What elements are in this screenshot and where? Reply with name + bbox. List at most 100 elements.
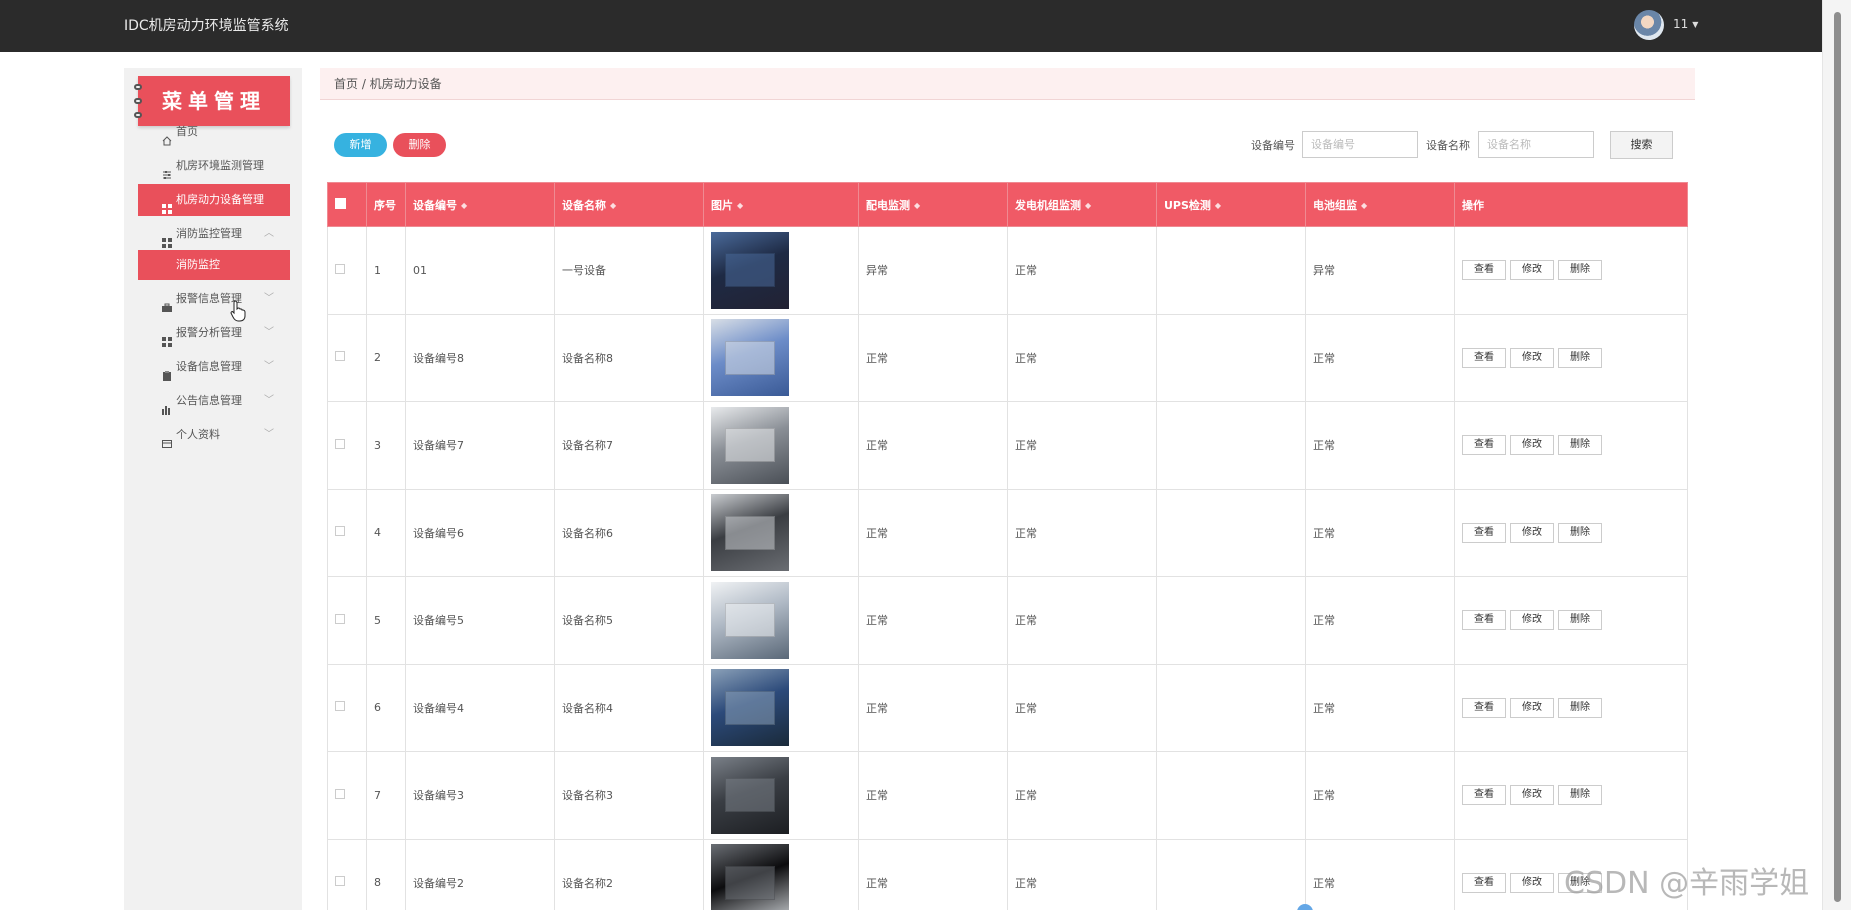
column-header-6[interactable]: 发电机组监测 ◆ (1007, 182, 1157, 227)
user-menu[interactable]: 11 ▼ (1673, 17, 1698, 31)
delete-button[interactable]: 删除 (1558, 610, 1602, 631)
cell-battery-monitor: 正常 (1305, 401, 1455, 490)
cell-generator-monitor: 正常 (1007, 751, 1157, 840)
bulk-delete-button[interactable]: 删除 (393, 133, 446, 157)
row-checkbox[interactable] (335, 701, 345, 712)
cell-actions: 查看 修改 删除 (1454, 313, 1688, 402)
cell-index: 4 (366, 488, 406, 577)
avatar[interactable] (1634, 10, 1664, 40)
sort-icon[interactable]: ◆ (461, 201, 467, 210)
view-button[interactable]: 查看 (1462, 610, 1506, 631)
view-button[interactable]: 查看 (1462, 785, 1506, 806)
sidebar-item-9[interactable]: 个人资料 ﹀ (138, 419, 290, 451)
cell-power-monitor: 正常 (858, 838, 1008, 910)
cell-battery-monitor: 正常 (1305, 838, 1455, 910)
row-select-cell[interactable] (327, 401, 367, 490)
search-button[interactable]: 搜索 (1610, 131, 1673, 159)
add-button[interactable]: 新增 (334, 133, 387, 157)
sidebar-item-8[interactable]: 公告信息管理 ﹀ (138, 385, 290, 417)
cell-battery-monitor: 正常 (1305, 313, 1455, 402)
delete-button[interactable]: 删除 (1558, 697, 1602, 718)
row-checkbox[interactable] (335, 876, 345, 887)
edit-button[interactable]: 修改 (1510, 697, 1554, 718)
device-image[interactable] (711, 406, 789, 484)
column-header-4[interactable]: 图片 ◆ (703, 182, 859, 227)
device-image[interactable] (711, 231, 789, 309)
row-select-cell[interactable] (327, 313, 367, 402)
view-button[interactable]: 查看 (1462, 872, 1506, 893)
column-header-5[interactable]: 配电监测 ◆ (858, 182, 1008, 227)
sidebar-item-2[interactable]: 机房环境监测管理 (138, 150, 290, 182)
view-button[interactable]: 查看 (1462, 697, 1506, 718)
search-label-name: 设备名称 (1426, 139, 1470, 152)
row-checkbox[interactable] (335, 526, 345, 537)
edit-button[interactable]: 修改 (1510, 610, 1554, 631)
ring-icon (134, 84, 142, 90)
row-select-cell[interactable] (327, 488, 367, 577)
edit-button[interactable]: 修改 (1510, 260, 1554, 281)
device-image[interactable] (711, 756, 789, 834)
select-all-checkbox[interactable] (335, 197, 346, 209)
column-header-1: 序号 (366, 182, 406, 227)
select-all-header[interactable] (327, 182, 367, 227)
delete-button[interactable]: 删除 (1558, 522, 1602, 543)
device-image[interactable] (711, 319, 789, 397)
column-header-7[interactable]: UPS检测 ◆ (1156, 182, 1306, 227)
column-header-8[interactable]: 电池组监 ◆ (1305, 182, 1455, 227)
view-button[interactable]: 查看 (1462, 260, 1506, 281)
sort-icon[interactable]: ◆ (1215, 201, 1221, 210)
view-button[interactable]: 查看 (1462, 347, 1506, 368)
sort-icon[interactable]: ◆ (737, 201, 743, 210)
device-image[interactable] (711, 494, 789, 572)
edit-button[interactable]: 修改 (1510, 522, 1554, 543)
sort-icon[interactable]: ◆ (914, 201, 920, 210)
delete-button[interactable]: 删除 (1558, 785, 1602, 806)
sidebar-item-4[interactable]: 消防监控管理 ︿ (138, 218, 290, 250)
row-select-cell[interactable] (327, 751, 367, 840)
device-image[interactable] (711, 844, 789, 910)
table-row: 1 01 一号设备 异常 正常 异常 查看 修改 删除 (327, 226, 1688, 315)
column-header-3[interactable]: 设备名称 ◆ (554, 182, 704, 227)
edit-button[interactable]: 修改 (1510, 435, 1554, 456)
view-button[interactable]: 查看 (1462, 522, 1506, 543)
sidebar-item-5[interactable]: 报警信息管理 ﹀ (138, 283, 290, 315)
device-image[interactable] (711, 669, 789, 747)
chevron-down-icon: ﹀ (264, 395, 274, 406)
column-header-2[interactable]: 设备编号 ◆ (405, 182, 555, 227)
row-select-cell[interactable] (327, 226, 367, 315)
cell-index: 8 (366, 838, 406, 910)
row-select-cell[interactable] (327, 576, 367, 665)
row-checkbox[interactable] (335, 263, 345, 274)
device-image[interactable] (711, 581, 789, 659)
view-button[interactable]: 查看 (1462, 435, 1506, 456)
sidebar-item-3[interactable]: 机房动力设备管理 (138, 184, 290, 216)
page-scrollbar[interactable] (1822, 0, 1851, 910)
row-checkbox[interactable] (335, 788, 345, 799)
row-checkbox[interactable] (335, 351, 345, 362)
sidebar-item-label: 机房环境监测管理 (176, 159, 264, 172)
delete-button[interactable]: 删除 (1558, 347, 1602, 368)
sort-icon[interactable]: ◆ (1361, 201, 1367, 210)
cell-generator-monitor: 正常 (1007, 488, 1157, 577)
device-code-input[interactable] (1302, 131, 1418, 158)
row-checkbox[interactable] (335, 613, 345, 624)
cell-index: 3 (366, 401, 406, 490)
sidebar-item-1[interactable]: 首页 (138, 116, 290, 148)
table-row: 6 设备编号4 设备名称4 正常 正常 正常 查看 修改 删除 (327, 663, 1688, 752)
device-name-input[interactable] (1478, 131, 1594, 158)
scrollbar-thumb[interactable] (1834, 12, 1841, 902)
edit-button[interactable]: 修改 (1510, 872, 1554, 893)
cell-image (703, 226, 859, 315)
delete-button[interactable]: 删除 (1558, 435, 1602, 456)
sort-icon[interactable]: ◆ (1085, 201, 1091, 210)
sidebar-item-6[interactable]: 报警分析管理 ﹀ (138, 317, 290, 349)
sidebar-item-7[interactable]: 设备信息管理 ﹀ (138, 351, 290, 383)
sort-icon[interactable]: ◆ (610, 201, 616, 210)
sidebar-subitem-fire-monitor[interactable]: 消防监控 (138, 250, 290, 280)
edit-button[interactable]: 修改 (1510, 347, 1554, 368)
edit-button[interactable]: 修改 (1510, 785, 1554, 806)
row-select-cell[interactable] (327, 838, 367, 910)
delete-button[interactable]: 删除 (1558, 260, 1602, 281)
row-select-cell[interactable] (327, 663, 367, 752)
row-checkbox[interactable] (335, 438, 345, 449)
